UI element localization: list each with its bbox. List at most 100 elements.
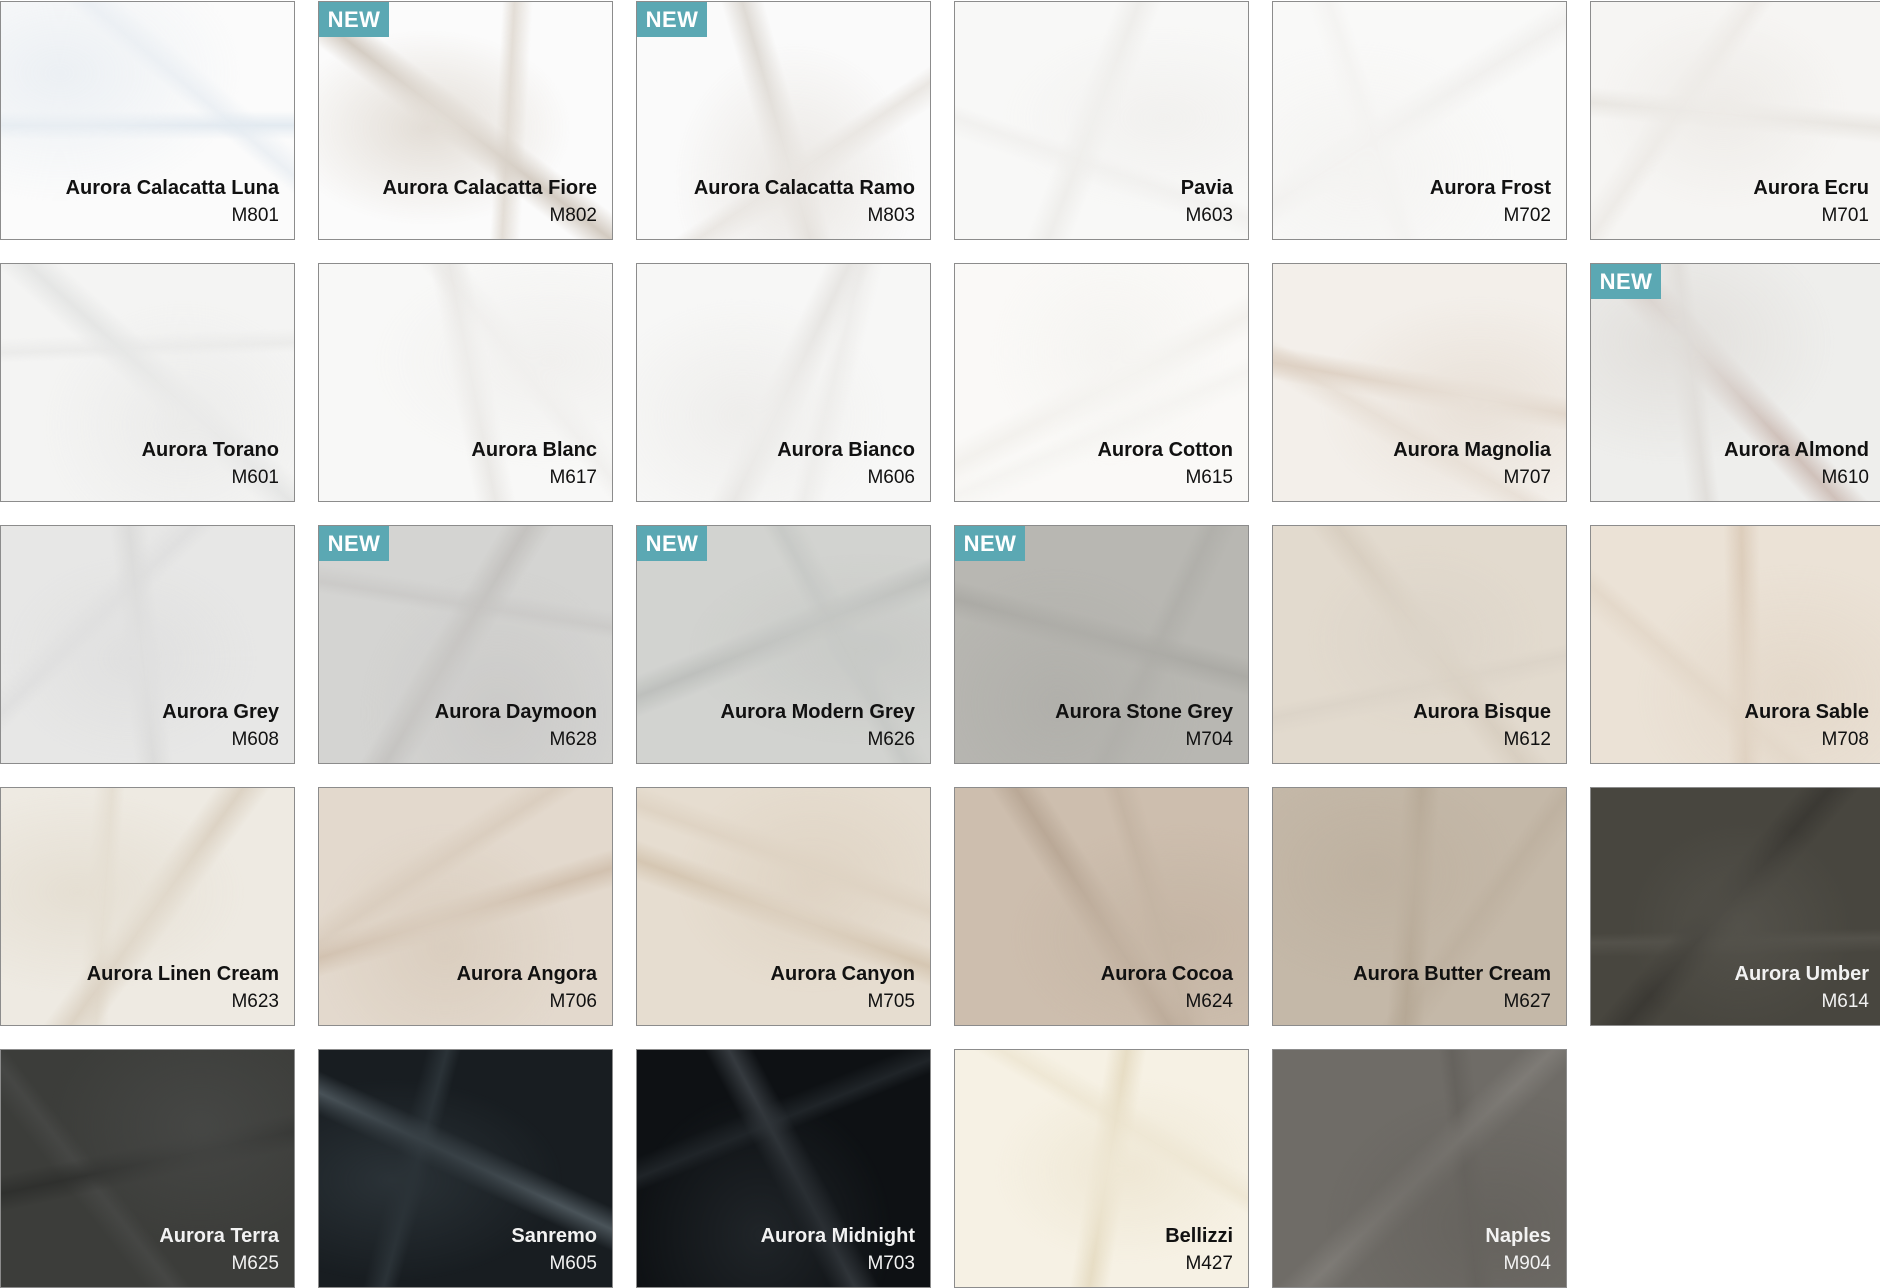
- swatch-name: Aurora Angora: [456, 963, 597, 985]
- swatch-tile[interactable]: Pavia M603: [954, 1, 1249, 240]
- swatch-tile[interactable]: Aurora Magnolia M707: [1272, 263, 1567, 502]
- swatch-tile[interactable]: Aurora Cocoa M624: [954, 787, 1249, 1026]
- swatch-name: Aurora Daymoon: [434, 701, 597, 723]
- swatch-name: Aurora Ecru: [1753, 177, 1869, 199]
- swatch-code: M624: [1185, 991, 1233, 1012]
- swatch-code: M610: [1821, 467, 1869, 488]
- swatch-label: Sanremo M605: [511, 1223, 597, 1277]
- swatch-tile[interactable]: NEW Aurora Modern Grey M626: [636, 525, 931, 764]
- swatch-name: Aurora Linen Cream: [86, 963, 279, 985]
- swatch-code: M706: [549, 991, 597, 1012]
- swatch-label: Aurora Cotton M615: [1097, 437, 1233, 491]
- swatch-tile[interactable]: Aurora Ecru M701: [1590, 1, 1880, 240]
- swatch-tile[interactable]: Aurora Butter Cream M627: [1272, 787, 1567, 1026]
- swatch-tile[interactable]: Aurora Linen Cream M623: [0, 787, 295, 1026]
- swatch-tile[interactable]: NEW Aurora Stone Grey M704: [954, 525, 1249, 764]
- swatch-tile[interactable]: Sanremo M605: [318, 1049, 613, 1288]
- swatch-name: Naples: [1485, 1225, 1551, 1247]
- swatch-name: Aurora Blanc: [471, 439, 597, 461]
- swatch-tile[interactable]: NEW Aurora Almond M610: [1590, 263, 1880, 502]
- swatch-name: Aurora Canyon: [770, 963, 915, 985]
- swatch-label: Aurora Canyon M705: [771, 961, 915, 1015]
- swatch-label: Aurora Grey M608: [162, 699, 279, 753]
- swatch-tile[interactable]: NEW Aurora Calacatta Ramo M803: [636, 1, 931, 240]
- swatch-code: M623: [231, 991, 279, 1012]
- swatch-label: Aurora Midnight M703: [761, 1223, 915, 1277]
- swatch-label: Aurora Bianco M606: [777, 437, 915, 491]
- swatch-code: M705: [867, 991, 915, 1012]
- swatch-label: Aurora Bisque M612: [1413, 699, 1551, 753]
- swatch-label: Aurora Umber M614: [1735, 961, 1869, 1015]
- swatch-tile[interactable]: Aurora Frost M702: [1272, 1, 1567, 240]
- swatch-name: Aurora Butter Cream: [1353, 963, 1551, 985]
- swatch-tile[interactable]: Aurora Torano M601: [0, 263, 295, 502]
- swatch-code: M802: [549, 205, 597, 226]
- swatch-code: M606: [867, 467, 915, 488]
- swatch-name: Aurora Midnight: [760, 1225, 915, 1247]
- swatch-code: M601: [231, 467, 279, 488]
- swatch-tile[interactable]: Aurora Umber M614: [1590, 787, 1880, 1026]
- swatch-tile[interactable]: Bellizzi M427: [954, 1049, 1249, 1288]
- swatch-label: Aurora Butter Cream M627: [1353, 961, 1551, 1015]
- new-badge: NEW: [637, 2, 707, 37]
- swatch-name: Aurora Umber: [1734, 963, 1869, 985]
- swatch-code: M628: [549, 729, 597, 750]
- swatch-code: M625: [231, 1253, 279, 1274]
- swatch-tile[interactable]: Aurora Angora M706: [318, 787, 613, 1026]
- swatch-code: M427: [1185, 1253, 1233, 1274]
- swatch-tile[interactable]: Aurora Calacatta Luna M801: [0, 1, 295, 240]
- swatch-label: Aurora Angora M706: [457, 961, 597, 1015]
- new-badge: NEW: [637, 526, 707, 561]
- swatch-name: Aurora Bisque: [1413, 701, 1551, 723]
- swatch-name: Aurora Grey: [162, 701, 279, 723]
- swatch-tile[interactable]: Aurora Grey M608: [0, 525, 295, 764]
- swatch-code: M612: [1503, 729, 1551, 750]
- swatch-label: Aurora Calacatta Fiore M802: [382, 175, 597, 229]
- swatch-tile[interactable]: Aurora Canyon M705: [636, 787, 931, 1026]
- swatch-label: Naples M904: [1485, 1223, 1551, 1277]
- swatch-name: Aurora Terra: [159, 1225, 279, 1247]
- swatch-code: M614: [1821, 991, 1869, 1012]
- swatch-code: M627: [1503, 991, 1551, 1012]
- swatch-code: M707: [1503, 467, 1551, 488]
- swatch-label: Aurora Calacatta Luna M801: [66, 175, 279, 229]
- swatch-code: M803: [867, 205, 915, 226]
- swatch-code: M801: [231, 205, 279, 226]
- new-badge: NEW: [319, 526, 389, 561]
- swatch-code: M702: [1503, 205, 1551, 226]
- swatch-label: Aurora Torano M601: [142, 437, 279, 491]
- swatch-tile[interactable]: Aurora Sable M708: [1590, 525, 1880, 764]
- swatch-name: Aurora Magnolia: [1393, 439, 1551, 461]
- swatch-tile[interactable]: Aurora Midnight M703: [636, 1049, 931, 1288]
- swatch-label: Aurora Frost M702: [1430, 175, 1551, 229]
- swatch-code: M605: [549, 1253, 597, 1274]
- swatch-tile[interactable]: Aurora Bisque M612: [1272, 525, 1567, 764]
- new-badge: NEW: [1591, 264, 1661, 299]
- swatch-label: Aurora Terra M625: [159, 1223, 279, 1277]
- swatch-code: M615: [1185, 467, 1233, 488]
- swatch-tile[interactable]: NEW Aurora Calacatta Fiore M802: [318, 1, 613, 240]
- swatch-grid: Aurora Calacatta Luna M801 NEW Aurora Calac…: [0, 0, 1880, 1288]
- swatch-tile[interactable]: Aurora Cotton M615: [954, 263, 1249, 502]
- swatch-tile[interactable]: Naples M904: [1272, 1049, 1567, 1288]
- swatch-name: Aurora Almond: [1724, 439, 1869, 461]
- swatch-name: Aurora Stone Grey: [1055, 701, 1233, 723]
- swatch-name: Aurora Cocoa: [1100, 963, 1233, 985]
- swatch-name: Aurora Frost: [1429, 177, 1551, 199]
- swatch-tile[interactable]: Aurora Blanc M617: [318, 263, 613, 502]
- swatch-name: Sanremo: [511, 1225, 597, 1247]
- swatch-name: Aurora Calacatta Ramo: [693, 177, 915, 199]
- swatch-code: M608: [231, 729, 279, 750]
- swatch-tile[interactable]: Aurora Terra M625: [0, 1049, 295, 1288]
- swatch-label: Aurora Linen Cream M623: [87, 961, 279, 1015]
- swatch-tile[interactable]: NEW Aurora Daymoon M628: [318, 525, 613, 764]
- swatch-name: Aurora Cotton: [1097, 439, 1233, 461]
- swatch-tile[interactable]: Aurora Bianco M606: [636, 263, 931, 502]
- new-badge: NEW: [955, 526, 1025, 561]
- swatch-label: Pavia M603: [1181, 175, 1233, 229]
- swatch-label: Aurora Daymoon M628: [435, 699, 597, 753]
- swatch-code: M703: [867, 1253, 915, 1274]
- swatch-label: Aurora Magnolia M707: [1393, 437, 1551, 491]
- swatch-code: M904: [1503, 1253, 1551, 1274]
- swatch-code: M603: [1185, 205, 1233, 226]
